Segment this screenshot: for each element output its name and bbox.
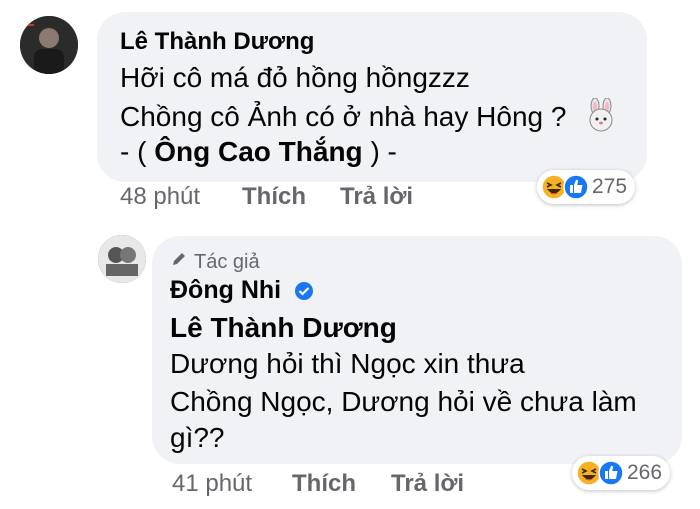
author-badge: Tác giả (170, 250, 260, 274)
reply-button[interactable]: Trả lời (391, 470, 464, 498)
comment-text-line: Chồng cô Ảnh có ở nhà hay Hông ? (120, 97, 618, 139)
comment-text-line: Dương hỏi thì Ngọc xin thưa (170, 348, 525, 379)
comment-text-line: - ( Ông Cao Thắng ) - (120, 136, 397, 167)
comment-author[interactable]: Đông Nhi (170, 276, 314, 305)
reply-button[interactable]: Trả lời (340, 183, 413, 211)
comment-text: Chồng cô Ảnh có ở nhà hay Hông ? (120, 100, 567, 132)
like-reaction-icon (563, 174, 589, 200)
comment-timestamp[interactable]: 41 phút (172, 470, 252, 498)
reaction-count: 266 (627, 461, 663, 484)
like-button[interactable]: Thích (242, 183, 306, 211)
like-reaction-icon (598, 460, 624, 486)
avatar[interactable] (20, 16, 78, 74)
comment-text-line: gì?? (170, 422, 225, 453)
pencil-icon (170, 250, 188, 274)
avatar[interactable] (98, 235, 146, 283)
comment-timestamp[interactable]: 48 phút (120, 183, 200, 211)
reaction-count: 275 (592, 175, 628, 198)
tagged-user[interactable]: Lê Thành Dương (170, 312, 397, 344)
comment-bold-text: Ông Cao Thắng (154, 136, 363, 167)
like-button[interactable]: Thích (292, 470, 356, 498)
comment-author[interactable]: Lê Thành Dương (120, 28, 314, 56)
reactions-summary[interactable]: 266 (572, 456, 671, 490)
verified-badge-icon (295, 282, 314, 301)
rabbit-emoji-icon (584, 97, 618, 139)
reactions-summary[interactable]: 275 (537, 170, 636, 204)
comment-text-line: Hỡi cô má đỏ hồng hồngzzz (120, 62, 470, 93)
comment-text-line: Chồng Ngọc, Dương hỏi về chưa làm (170, 386, 637, 417)
